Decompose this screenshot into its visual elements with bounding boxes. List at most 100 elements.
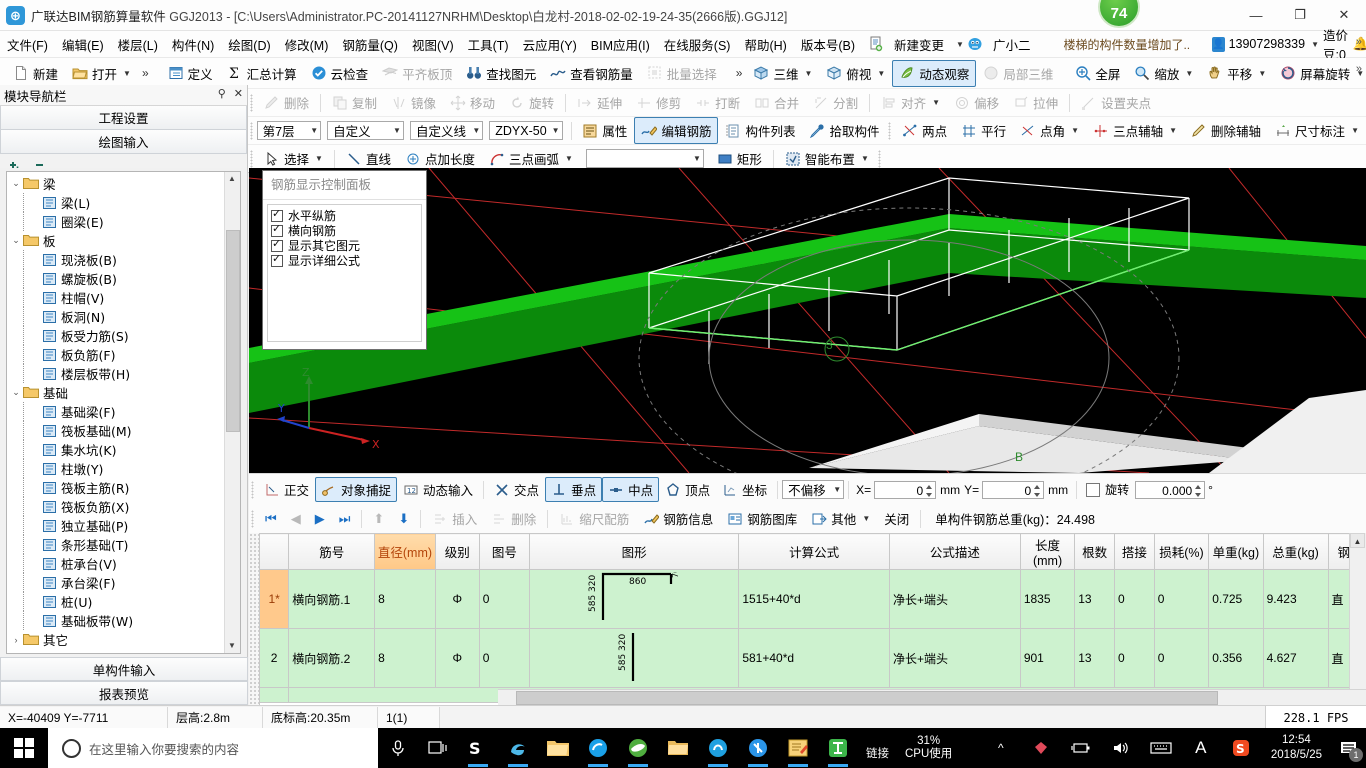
- toolbar-right-overflow-icon[interactable]: »: [1356, 63, 1362, 75]
- show-other-elements-checkbox[interactable]: [271, 237, 283, 252]
- tree-item[interactable]: 桩承台(V): [9, 554, 240, 573]
- batch-select-button[interactable]: 批量选择: [640, 60, 724, 87]
- tray-diamond-icon[interactable]: [1021, 728, 1061, 768]
- chevron-right-icon[interactable]: ›: [9, 635, 23, 645]
- split-button[interactable]: 分割: [806, 89, 865, 116]
- taskbar-app-folder2-icon[interactable]: [658, 728, 698, 768]
- project-settings-button[interactable]: 工程设置: [0, 106, 247, 130]
- midpoint-snap-toggle[interactable]: 中点: [602, 477, 660, 502]
- rebar-option-row[interactable]: 水平纵筋: [271, 207, 421, 223]
- tree-folder[interactable]: ⌄ 板: [9, 231, 240, 250]
- single-component-input-button[interactable]: 单构件输入: [0, 657, 248, 681]
- pin-icon[interactable]: ⚲: [218, 87, 226, 100]
- summary-calc-button[interactable]: Σ 汇总计算: [220, 60, 304, 87]
- taskbar-search-box[interactable]: 在这里输入你要搜索的内容: [48, 728, 378, 768]
- th-diameter[interactable]: 直径(mm): [374, 533, 436, 570]
- th-unit-weight[interactable]: 单重(kg): [1208, 533, 1264, 570]
- three-d-button[interactable]: 三维 ▼: [746, 60, 819, 87]
- view-rebar-qty-button[interactable]: 查看钢筋量: [543, 60, 640, 87]
- toolbar-modify-grip[interactable]: [250, 93, 253, 112]
- tree-item[interactable]: 集水坑(K): [9, 440, 240, 459]
- ime-mode-icon[interactable]: A: [1181, 728, 1221, 768]
- align-slab-top-button[interactable]: 平齐板顶: [375, 60, 459, 87]
- taskbar-app-edge-icon[interactable]: [498, 728, 538, 768]
- other-chevron-down-icon[interactable]: ▼: [862, 514, 870, 523]
- first-record-button[interactable]: ⏮: [258, 509, 284, 529]
- last-record-button[interactable]: ⏭: [332, 509, 358, 529]
- cell-formula[interactable]: 581+40*d: [738, 628, 891, 688]
- tree-item[interactable]: 桩(U): [9, 592, 240, 611]
- three-d-chevron-down-icon[interactable]: ▼: [804, 69, 812, 78]
- cell-rebar-no[interactable]: 横向钢筋.2: [288, 628, 376, 688]
- edit-rebar-button[interactable]: 编辑钢筋: [634, 117, 719, 144]
- taskbar-app-360-icon[interactable]: [578, 728, 618, 768]
- copy-button[interactable]: 复制: [325, 89, 384, 116]
- component-type-chevron-down-icon[interactable]: ▼: [472, 126, 480, 135]
- show-hidden-icons-icon[interactable]: ^: [981, 728, 1021, 768]
- delete-axis-button[interactable]: 删除辅轴: [1184, 117, 1268, 144]
- row-number[interactable]: [259, 687, 290, 703]
- rebar-option-row[interactable]: 显示详细公式: [271, 252, 421, 268]
- tip-message[interactable]: 楼梯的构件数量增加了..: [1063, 36, 1190, 53]
- floor-select[interactable]: 第7层 ▼: [256, 121, 322, 140]
- tree-folder[interactable]: ⌄ 梁: [9, 174, 240, 193]
- menu-rebar-quantity[interactable]: 钢筋量(Q): [335, 32, 405, 57]
- cell-lap[interactable]: 0: [1114, 569, 1155, 629]
- table-horizontal-scrollbar[interactable]: [498, 689, 1366, 705]
- taskbar-app-notepad-icon[interactable]: [778, 728, 818, 768]
- chevron-down-icon[interactable]: ⌄: [9, 653, 23, 654]
- trim-button[interactable]: 修剪: [629, 89, 688, 116]
- table-row[interactable]: 1* 横向钢筋.1 8 Φ 0 585 320 860 70 1515+40*d…: [259, 569, 1350, 629]
- taskbar-app-skype-icon[interactable]: S: [458, 728, 498, 768]
- cell-length[interactable]: 901: [1019, 628, 1076, 688]
- cell-grade[interactable]: Φ: [434, 569, 480, 629]
- tree-folder[interactable]: ⌄ 自定义: [9, 649, 240, 654]
- pick-component-button[interactable]: 拾取构件: [802, 117, 886, 144]
- tree-item[interactable]: 板负筋(F): [9, 345, 240, 364]
- th-total-weight[interactable]: 总重(kg): [1262, 533, 1329, 570]
- scale-rebar-button[interactable]: 缩尺配筋: [552, 505, 636, 532]
- menu-edit[interactable]: 编辑(E): [55, 32, 111, 57]
- cell-length[interactable]: 1835: [1019, 569, 1076, 629]
- new-change-chevron-down-icon[interactable]: ▼: [956, 40, 964, 49]
- new-file-button[interactable]: 新建: [6, 60, 65, 87]
- table-vertical-scrollbar[interactable]: ▲ ▼: [1349, 533, 1366, 705]
- show-detailed-formula-checkbox[interactable]: [271, 252, 283, 267]
- pan-button[interactable]: 平移 ▼: [1200, 60, 1273, 87]
- cell-total-weight[interactable]: 9.423: [1262, 569, 1329, 629]
- menu-version[interactable]: 版本号(B): [794, 32, 862, 57]
- th-formula[interactable]: 计算公式: [738, 533, 891, 570]
- task-view-icon[interactable]: [418, 728, 458, 768]
- notification-center-button[interactable]: 1: [1332, 728, 1366, 768]
- properties-button[interactable]: 属性: [575, 117, 634, 144]
- th-rebar-type[interactable]: 钢: [1327, 533, 1350, 570]
- transverse-rebar-checkbox[interactable]: [271, 222, 283, 237]
- open-chevron-down-icon[interactable]: ▼: [123, 69, 131, 78]
- th-length[interactable]: 长度(mm): [1019, 533, 1076, 570]
- rotate-button[interactable]: 旋转: [502, 89, 561, 116]
- stretch-button[interactable]: 拉伸: [1006, 89, 1065, 116]
- zoom-chevron-down-icon[interactable]: ▼: [1185, 69, 1193, 78]
- th-grade[interactable]: 级别: [434, 533, 480, 570]
- define-button[interactable]: 定义: [161, 60, 220, 87]
- ortho-toggle[interactable]: 正交: [258, 477, 315, 502]
- rebar-option-row[interactable]: 横向钢筋: [271, 222, 421, 238]
- cell-count[interactable]: 13: [1074, 628, 1116, 688]
- align-chevron-down-icon[interactable]: ▼: [932, 98, 940, 107]
- toolbar-left-overflow-icon[interactable]: »: [138, 66, 153, 80]
- account-phone[interactable]: 13907298339: [1229, 37, 1305, 51]
- tree-item[interactable]: 柱帽(V): [9, 288, 240, 307]
- menu-bim-app[interactable]: BIM应用(I): [584, 32, 657, 57]
- tree-scrollbar[interactable]: ▲ ▼: [224, 172, 240, 653]
- category-chevron-down-icon[interactable]: ▼: [393, 126, 401, 135]
- cell-unit-weight[interactable]: 0.356: [1208, 628, 1264, 688]
- cell-fig-no[interactable]: 0: [478, 569, 531, 629]
- move-up-button[interactable]: ⬆: [366, 509, 391, 529]
- tree-item[interactable]: 螺旋板(B): [9, 269, 240, 288]
- tree-folder[interactable]: › 其它: [9, 630, 240, 649]
- delete-button[interactable]: 删除: [257, 89, 316, 116]
- horizontal-longitudinal-checkbox[interactable]: [271, 207, 283, 222]
- th-rebar-no[interactable]: 筋号: [288, 533, 376, 570]
- cell-diameter[interactable]: 8: [374, 569, 436, 629]
- taskbar-clock[interactable]: 12:54 2018/5/25: [1261, 733, 1332, 763]
